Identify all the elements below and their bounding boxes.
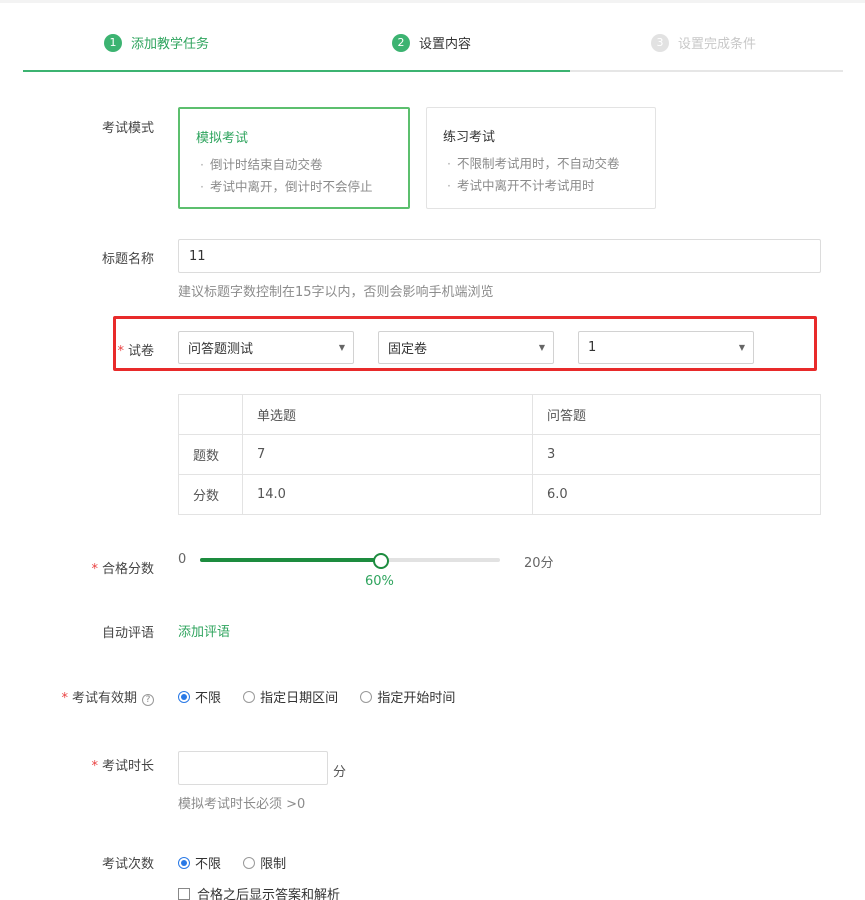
step-2[interactable]: 2 设置内容 [392,33,471,52]
mode-card-simulated[interactable]: 模拟考试 倒计时结束自动交卷 考试中离开，倒计时不会停止 [178,107,410,209]
table-cell: 7 [242,434,533,475]
slider-percent-label: 60% [365,574,394,589]
validity-radio-start-time[interactable]: 指定开始时间 [360,687,455,706]
pass-score-label-text: 合格分数 [101,562,154,577]
required-mark: * [91,562,98,577]
add-comment-link[interactable]: 添加评语 [178,621,230,640]
attempts-radio-limited[interactable]: 限制 [243,853,286,872]
table-cell: 题数 [178,434,243,475]
validity-radio-group: 不限 指定日期区间 指定开始时间 [178,687,473,707]
table-header-cell [178,394,243,435]
table-header-row: 单选题 问答题 [178,394,821,435]
step-3-label: 设置完成条件 [678,37,757,52]
radio-dot [360,690,373,703]
checkbox-box [178,887,190,900]
table-header-cell: 单选题 [242,394,533,435]
step-2-number: 2 [392,33,410,52]
table-cell: 分数 [178,474,243,515]
top-divider [0,0,865,3]
caret-down-icon: ▼ [538,343,545,352]
table-cell: 6.0 [532,474,821,515]
table-row: 题数 7 3 [178,434,821,475]
attempts-label: 考试次数 [101,857,154,872]
caret-down-icon: ▼ [338,343,345,352]
help-icon[interactable]: ? [142,694,154,706]
validity-radio-date-range[interactable]: 指定日期区间 [243,687,338,706]
table-cell: 3 [532,434,821,475]
pass-score-slider-handle[interactable] [373,553,389,569]
table-cell: 14.0 [242,474,533,515]
caret-down-icon: ▼ [738,343,745,352]
paper-version-select-value: 1 [588,340,597,355]
radio-label: 不限 [195,691,222,706]
table-row: 分数 14.0 6.0 [178,474,821,515]
required-mark: * [61,691,68,706]
step-1-label: 添加教学任务 [131,37,210,52]
radio-dot [178,856,190,869]
radio-label: 指定日期区间 [260,691,339,706]
duration-unit: 分 [333,765,347,780]
validity-label-text: 考试有效期 [71,691,137,706]
validity-label: * 考试有效期? [24,687,154,706]
step-3[interactable]: 3 设置完成条件 [651,33,756,52]
mode-card-desc: 不限制考试用时，不自动交卷 [443,153,639,175]
paper-version-select[interactable]: 1 ▼ [578,331,754,364]
auto-comment-label: 自动评语 [101,626,154,641]
paper-type-select-value: 固定卷 [388,342,428,357]
checkbox-label: 合格之后显示答案和解析 [197,888,341,900]
attempts-radio-unlimited[interactable]: 不限 [178,853,221,872]
step-1-number: 1 [104,33,122,52]
table-header-cell: 问答题 [532,394,821,435]
mode-card-title: 练习考试 [443,130,496,145]
step-2-label: 设置内容 [419,37,472,52]
radio-dot [243,690,256,703]
steps-progress-fill [23,70,570,72]
radio-dot [243,856,256,869]
slider-min-label: 0 [178,552,187,567]
pass-score-slider-fill [200,558,380,562]
title-hint: 建议标题字数控制在15字以内，否则会影响手机端浏览 [178,285,494,300]
validity-radio-unlimited[interactable]: 不限 [178,687,221,706]
paper-type-select[interactable]: 固定卷 ▼ [378,331,554,364]
mode-card-desc: 倒计时结束自动交卷 [196,154,392,176]
title-label: 标题名称 [101,252,154,267]
radio-label: 不限 [195,857,222,872]
required-mark: * [91,759,98,774]
pass-score-label: * 合格分数 [24,558,154,577]
mode-card-desc: 考试中离开，倒计时不会停止 [196,176,392,198]
mode-card-title: 模拟考试 [196,131,249,146]
mode-card-practice[interactable]: 练习考试 不限制考试用时，不自动交卷 考试中离开不计考试用时 [426,107,656,209]
duration-label-text: 考试时长 [101,759,154,774]
radio-label: 指定开始时间 [377,691,456,706]
slider-max-label: 20分 [524,556,554,571]
step-1[interactable]: 1 添加教学任务 [104,33,209,52]
radio-dot [178,690,190,703]
paper-select-value: 问答题测试 [188,342,254,357]
mode-card-desc: 考试中离开不计考试用时 [443,175,639,197]
paper-stats-table: 单选题 问答题 题数 7 3 分数 14.0 6.0 [178,394,821,515]
attempts-radio-group: 不限 限制 [178,853,304,873]
duration-hint: 模拟考试时长必须 >0 [178,797,306,812]
radio-label: 限制 [260,857,287,872]
paper-select[interactable]: 问答题测试 ▼ [178,331,354,364]
duration-label: * 考试时长 [24,755,154,774]
show-answers-option: 合格之后显示答案和解析 [178,884,340,900]
step-3-number: 3 [651,33,669,52]
duration-input[interactable] [178,751,328,785]
show-answers-checkbox[interactable]: 合格之后显示答案和解析 [178,884,340,900]
exam-mode-label: 考试模式 [101,121,154,136]
title-input[interactable]: 11 [178,239,821,273]
